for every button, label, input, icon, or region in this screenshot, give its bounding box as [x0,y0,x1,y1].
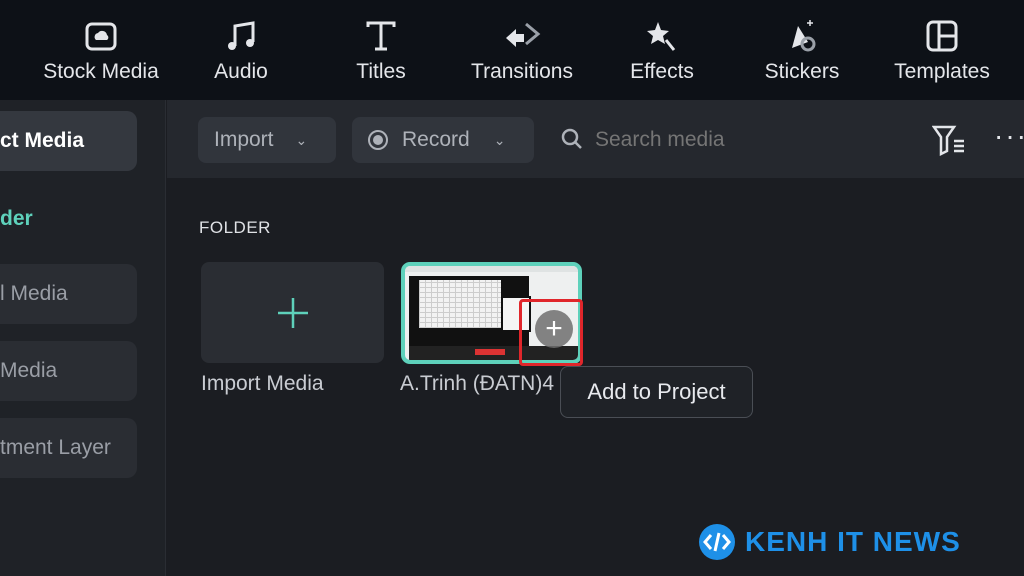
highlight-box [519,299,583,366]
stickers-tab[interactable]: Stickers [732,14,872,84]
sidebar-item-adjustment-layer[interactable]: tment Layer [0,418,137,478]
template-layout-icon [872,14,1012,58]
sidebar-item-project-media[interactable]: ct Media [0,111,137,171]
clip-name: A.Trinh (ĐATN)4 [400,372,555,395]
sidebar-item-global-media[interactable]: l Media [0,264,137,324]
titles-tab[interactable]: Titles [311,14,451,84]
templates-tab[interactable]: Templates [872,14,1012,84]
chevron-down-icon: ⌄ [493,131,506,148]
effects-tab[interactable]: Effects [592,14,732,84]
watermark-text: KENH IT NEWS [745,526,961,557]
add-to-project-tooltip: Add to Project [560,366,753,418]
media-toolbar: Import⌄ Record⌄ ··· [167,100,1024,178]
sidebar: ct Media der l Media Media tment Layer [0,100,166,576]
folder-heading: FOLDER [199,218,271,237]
top-toolbar: Stock Media Audio Titles Transitions Eff… [0,0,1024,100]
plus-icon [277,297,308,328]
code-logo-icon [699,524,735,560]
watermark-logo: KENH IT NEWS [697,522,961,562]
sticker-icon [732,14,872,58]
filter-icon[interactable] [931,124,968,161]
cloud-folder-icon [31,14,171,58]
import-media-label: Import Media [201,372,324,395]
chevron-down-icon: ⌄ [295,131,308,148]
sidebar-item-cloud-media[interactable]: Media [0,341,137,401]
import-button[interactable]: Import ⌄ [198,117,336,163]
more-options-icon[interactable]: ··· [994,120,1024,152]
transitions-tab[interactable]: Transitions [452,14,592,84]
stock-media-tab[interactable]: Stock Media [31,14,171,84]
import-media-card[interactable] [201,262,384,363]
audio-tab[interactable]: Audio [171,14,311,84]
transition-arrows-icon [452,14,592,58]
search-input[interactable] [595,122,875,158]
record-icon [368,130,388,150]
text-t-icon [311,14,451,58]
sidebar-item-folder[interactable]: der [0,207,33,231]
record-button[interactable]: Record ⌄ [352,117,534,163]
star-wand-icon [592,14,732,58]
search-icon [560,127,584,156]
media-library: FOLDER Import Media + A.Trinh (ĐATN)4 Ad… [167,178,1024,576]
music-note-icon [171,14,311,58]
